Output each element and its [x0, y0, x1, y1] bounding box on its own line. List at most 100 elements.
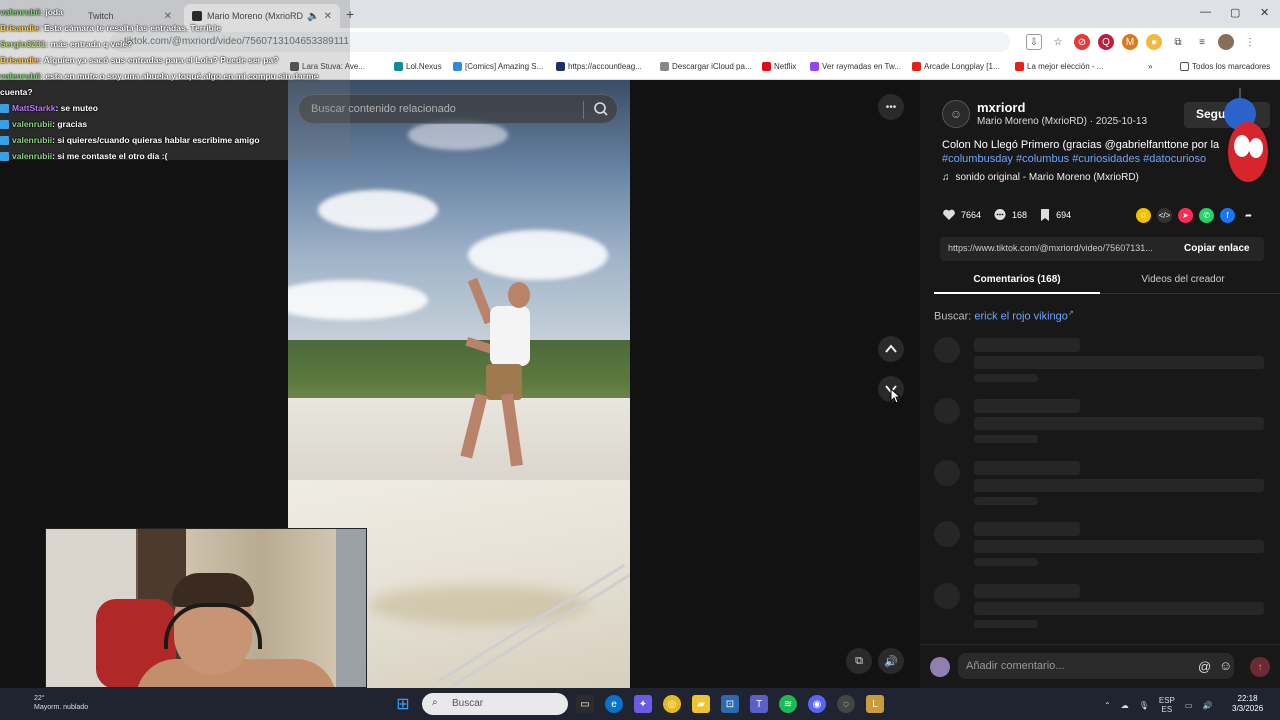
- copy-link-button[interactable]: Copiar enlace: [1184, 243, 1250, 254]
- media-controls-icon[interactable]: ≡: [1194, 34, 1210, 50]
- profile-avatar[interactable]: [1218, 34, 1234, 50]
- copilot-icon[interactable]: ✦: [634, 695, 652, 713]
- weather-widget[interactable]: 22° Mayorm. nublado: [12, 694, 88, 712]
- maximize-button[interactable]: ▢: [1230, 6, 1240, 19]
- sub-badge-icon: [0, 151, 9, 161]
- speaker-icon[interactable]: 🔊: [1202, 701, 1212, 710]
- creator-username[interactable]: mxriord: [977, 100, 1025, 115]
- user-avatar: [930, 657, 950, 677]
- adblock-icon[interactable]: ⊘: [1074, 34, 1090, 50]
- comment-skeleton-line: [974, 399, 1080, 413]
- chat-username: valenrubii: [0, 7, 41, 17]
- post-sound[interactable]: ♫ sonido original - Mario Moreno (MxrioR…: [942, 172, 1139, 183]
- bookmark-label: Descargar iCloud pa...: [672, 62, 752, 71]
- language-indicator[interactable]: ESP ES: [1159, 696, 1175, 714]
- friends-share-icon[interactable]: ☺: [1136, 208, 1151, 223]
- chat-text: : gracias: [52, 119, 88, 129]
- post-hashtags[interactable]: #columbusday #columbus #curiosidades #da…: [942, 152, 1262, 166]
- chat-message: valenrubii: si me contaste el otro día :…: [0, 148, 350, 164]
- stream-chat: valenrubii: joda Brisandie: Esta cámara …: [0, 4, 350, 164]
- browser-menu-icon[interactable]: ⋮: [1242, 34, 1258, 50]
- chat-text: : si me contaste el otro día :(: [52, 151, 168, 161]
- edge-icon[interactable]: e: [605, 695, 623, 713]
- bookmarks-overflow-button[interactable]: »: [1148, 62, 1152, 71]
- emoji-icon[interactable]: ☺: [1219, 658, 1232, 673]
- windows-start-icon[interactable]: ⊞: [394, 695, 412, 713]
- weather-desc: Mayorm. nublado: [34, 704, 89, 711]
- like-button[interactable]: 7664: [942, 208, 981, 222]
- store-icon[interactable]: ⊡: [721, 695, 739, 713]
- task-view-icon[interactable]: ▭: [576, 695, 594, 713]
- discord-icon[interactable]: ◉: [808, 695, 826, 713]
- tab-creator-videos[interactable]: Videos del creador: [1100, 274, 1266, 285]
- whatsapp-icon[interactable]: ✆: [1199, 208, 1214, 223]
- all-bookmarks-folder[interactable]: Todos los marcadores: [1180, 62, 1270, 71]
- facebook-icon[interactable]: f: [1220, 208, 1235, 223]
- previous-video-button[interactable]: [878, 336, 904, 362]
- comment-search-hint[interactable]: Buscar: erick el rojo vikingo↗: [934, 309, 1074, 323]
- extension-q-icon[interactable]: Q: [1098, 34, 1114, 50]
- metamask-icon[interactable]: M: [1122, 34, 1138, 50]
- share-link-text[interactable]: https://www.tiktok.com/@mxriord/video/75…: [948, 243, 1174, 253]
- obs-icon[interactable]: ◌: [837, 695, 855, 713]
- league-client-icon[interactable]: L: [866, 695, 884, 713]
- taskbar-search-icon: ⌕: [432, 697, 438, 708]
- post-comment-button[interactable]: ↑: [1250, 657, 1270, 677]
- bookmark-item[interactable]: Lol.Nexus: [394, 62, 442, 71]
- file-explorer-icon[interactable]: ▰: [692, 695, 710, 713]
- taskbar-pinned-apps: ▭ e ✦ ◎ ▰ ⊡ T ≋ ◉ ◌ L: [576, 695, 884, 713]
- comment-skeleton-line: [974, 435, 1038, 443]
- volume-button[interactable]: 🔊: [878, 648, 904, 674]
- chat-text: : joda: [40, 7, 63, 17]
- bookmark-item[interactable]: [Comics] Amazing S...: [453, 62, 543, 71]
- teams-icon[interactable]: T: [750, 695, 768, 713]
- more-options-button[interactable]: •••: [878, 94, 904, 120]
- comment-input[interactable]: Añadir comentario...: [958, 653, 1234, 679]
- bookmark-star-icon[interactable]: ☆: [1050, 34, 1066, 50]
- save-button[interactable]: 694: [1039, 208, 1071, 222]
- chat-text: : Alguien ya sacó sus entradas para el L…: [38, 55, 279, 65]
- onedrive-icon[interactable]: ☁: [1121, 701, 1129, 710]
- video-person-shirt: [490, 306, 530, 366]
- bookmark-label: Todos los marcadores: [1192, 62, 1271, 71]
- picture-in-picture-button[interactable]: ⧉: [846, 648, 872, 674]
- extensions-row: ⇩ ☆ ⊘ Q M ● ⧉ ≡ ⋮: [1026, 34, 1258, 50]
- microphone-icon[interactable]: 🎙: [1139, 701, 1149, 710]
- tab-comments[interactable]: Comentarios (168): [934, 274, 1100, 285]
- creator-avatar[interactable]: ☺: [942, 100, 970, 128]
- webcam-person-hair: [172, 573, 254, 607]
- extension-color-icon[interactable]: ●: [1146, 34, 1162, 50]
- network-icon[interactable]: ▭: [1185, 701, 1193, 710]
- taskbar-clock[interactable]: 22:18 3/3/2026: [1232, 694, 1263, 714]
- send-icon[interactable]: ➤: [1178, 208, 1193, 223]
- embed-icon[interactable]: </>: [1157, 208, 1172, 223]
- taskbar-search-label: Buscar: [452, 698, 484, 709]
- install-icon[interactable]: ⇩: [1026, 34, 1042, 50]
- bookmark-item[interactable]: https://accountleag...: [556, 62, 642, 71]
- minimize-button[interactable]: —: [1200, 6, 1211, 18]
- bookmark-item[interactable]: La mejor elección - ...: [1015, 62, 1103, 71]
- bookmark-item[interactable]: Descargar iCloud pa...: [660, 62, 752, 71]
- mention-icon[interactable]: @: [1198, 659, 1211, 674]
- taskbar-search[interactable]: ⌕ Buscar: [422, 693, 568, 715]
- close-window-button[interactable]: ✕: [1260, 6, 1269, 19]
- spotify-icon[interactable]: ≋: [779, 695, 797, 713]
- comment-skeleton-line: [974, 522, 1080, 536]
- chat-message: MattStarkk: se muteo: [0, 100, 350, 116]
- chat-username: Sergio3231: [0, 39, 46, 49]
- chat-text: : Esta cámara te resalta las entradas. T…: [38, 23, 221, 33]
- chrome-icon[interactable]: ◎: [663, 695, 681, 713]
- bookmark-item[interactable]: Ver raymadas en Tw...: [810, 62, 901, 71]
- share-icons: ☺ </> ➤ ✆ f ➦: [1136, 208, 1256, 223]
- creator-subline: Mario Moreno (MxrioRD) · 2025-10-13: [977, 116, 1148, 127]
- tray-overflow-icon[interactable]: ⌃: [1104, 701, 1111, 710]
- comment-composer: Añadir comentario... @ ☺ ↑: [920, 644, 1280, 688]
- bookmark-item[interactable]: Arcade Longplay [1...: [912, 62, 1000, 71]
- bookmark-item[interactable]: Netflix: [762, 62, 796, 71]
- comment-button[interactable]: 168: [993, 208, 1027, 222]
- post-description: Colon No Llegó Primero (gracias @gabriel…: [942, 139, 1220, 151]
- share-arrow-icon[interactable]: ➦: [1241, 208, 1256, 223]
- comment-skeleton-line: [974, 558, 1038, 566]
- search-icon[interactable]: [593, 101, 609, 122]
- extensions-puzzle-icon[interactable]: ⧉: [1170, 34, 1186, 50]
